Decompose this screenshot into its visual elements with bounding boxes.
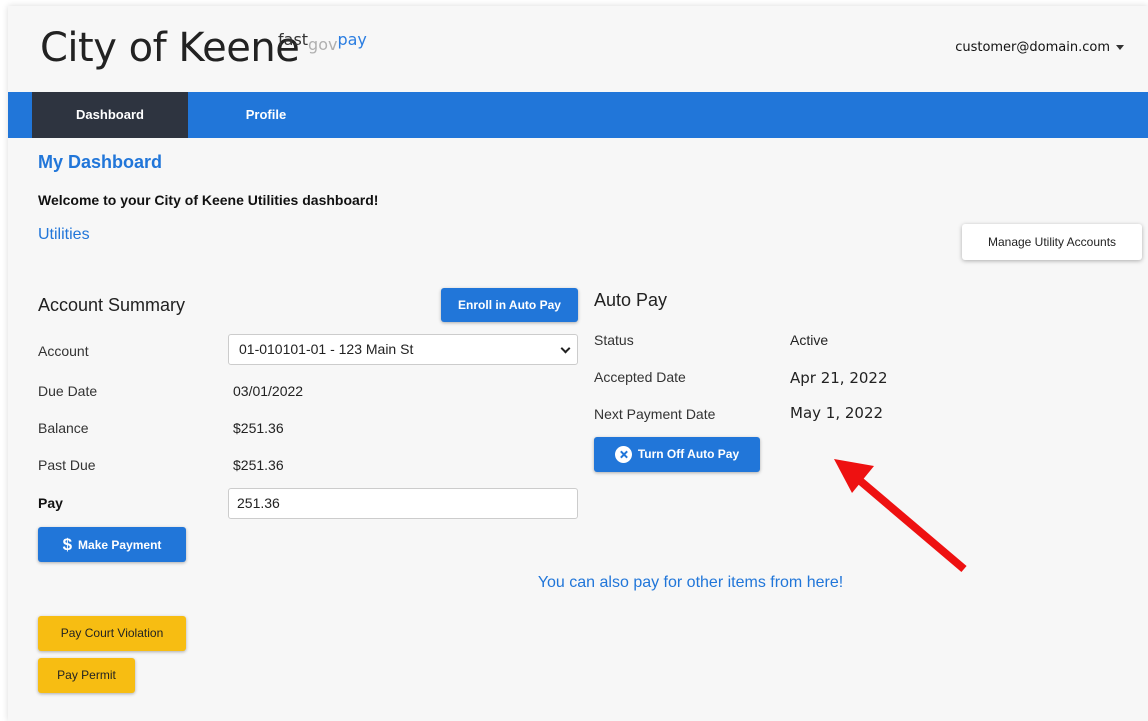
user-email[interactable]: customer@domain.com bbox=[955, 40, 1110, 55]
tab-profile[interactable]: Profile bbox=[188, 92, 344, 138]
pay-permit-button[interactable]: Pay Permit bbox=[38, 658, 135, 693]
status-value: Active bbox=[790, 332, 829, 348]
welcome-message: Welcome to your City of Keene Utilities … bbox=[38, 192, 379, 208]
accepted-date-value: Apr 21, 2022 bbox=[790, 369, 888, 387]
enroll-auto-pay-button[interactable]: Enroll in Auto Pay bbox=[441, 288, 578, 322]
manage-utility-accounts-button[interactable]: Manage Utility Accounts bbox=[962, 224, 1142, 260]
page-brand-title: City of Keene bbox=[40, 25, 300, 71]
utilities-link[interactable]: Utilities bbox=[38, 226, 90, 244]
past-due-label: Past Due bbox=[38, 457, 96, 473]
account-label: Account bbox=[38, 343, 89, 359]
due-date-label: Due Date bbox=[38, 383, 98, 399]
nav-bar: Dashboard Profile bbox=[8, 92, 1148, 138]
next-payment-value: May 1, 2022 bbox=[790, 404, 884, 422]
dollar-icon: $ bbox=[62, 535, 73, 554]
due-date-value: 03/01/2022 bbox=[233, 383, 304, 399]
user-menu[interactable]: customer@domain.com bbox=[955, 40, 1124, 55]
annotation-arrow bbox=[834, 459, 967, 573]
status-label: Status bbox=[594, 332, 634, 348]
account-select[interactable]: 01-010101-01 - 123 Main St bbox=[228, 334, 578, 365]
balance-label: Balance bbox=[38, 420, 89, 436]
logo-part-pay: pay bbox=[337, 30, 367, 49]
other-items-message: You can also pay for other items from he… bbox=[537, 574, 844, 591]
chevron-down-icon bbox=[560, 343, 571, 354]
caret-down-icon[interactable] bbox=[1116, 45, 1124, 50]
account-summary-title: Account Summary bbox=[38, 295, 186, 315]
account-select-value: 01-010101-01 - 123 Main St bbox=[239, 341, 414, 357]
pay-court-violation-button[interactable]: Pay Court Violation bbox=[38, 616, 186, 651]
make-payment-button[interactable]: $ Make Payment bbox=[38, 527, 186, 562]
next-payment-label: Next Payment Date bbox=[594, 406, 716, 422]
fastgovpay-logo: fastgovpay bbox=[278, 30, 367, 54]
tab-dashboard[interactable]: Dashboard bbox=[32, 92, 188, 138]
logo-part-fast: fast bbox=[278, 30, 309, 49]
page: City of Keene fastgovpay customer@domain… bbox=[8, 6, 1148, 721]
balance-value: $251.36 bbox=[233, 420, 284, 436]
header: City of Keene fastgovpay customer@domain… bbox=[8, 6, 1148, 92]
page-title: My Dashboard bbox=[38, 152, 163, 172]
make-payment-label: Make Payment bbox=[78, 538, 162, 552]
pay-amount-input[interactable]: 251.36 bbox=[228, 488, 578, 519]
logo-part-gov: gov bbox=[308, 35, 338, 54]
past-due-value: $251.36 bbox=[233, 457, 284, 473]
pay-label: Pay bbox=[38, 495, 63, 511]
auto-pay-title: Auto Pay bbox=[594, 290, 668, 310]
accepted-date-label: Accepted Date bbox=[594, 369, 686, 385]
turn-off-auto-pay-button[interactable]: Turn Off Auto Pay bbox=[594, 437, 760, 472]
turn-off-auto-pay-label: Turn Off Auto Pay bbox=[637, 447, 740, 461]
circle-x-icon bbox=[614, 446, 632, 464]
arrow-shaft bbox=[855, 475, 967, 573]
